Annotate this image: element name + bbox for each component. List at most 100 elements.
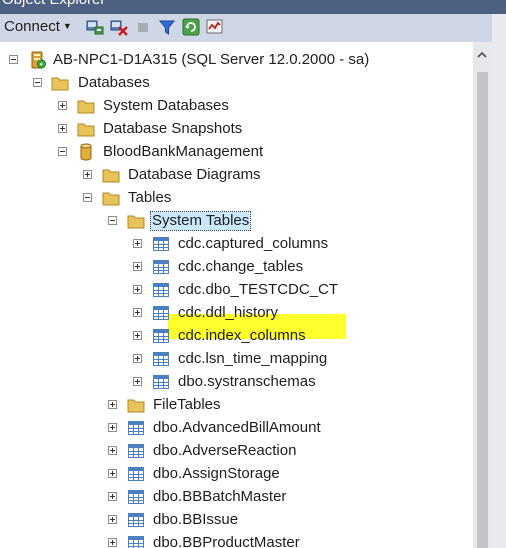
- table-icon: [128, 467, 144, 481]
- expand-icon[interactable]: [108, 469, 117, 478]
- table-icon: [128, 421, 144, 435]
- stop-icon[interactable]: [134, 18, 152, 36]
- collapse-icon[interactable]: [9, 55, 18, 64]
- table-label: dbo.BBIssue: [153, 511, 239, 528]
- connect-object-explorer-icon[interactable]: [86, 18, 104, 36]
- table-icon: [153, 375, 169, 389]
- expand-icon[interactable]: [133, 262, 142, 271]
- folder-icon: [77, 100, 95, 114]
- tree-node-user-table[interactable]: dbo.AdverseReaction: [0, 440, 473, 463]
- object-explorer-tree: AB-NPC1-D1A315 (SQL Server 12.0.2000 - s…: [0, 42, 473, 548]
- table-icon: [128, 490, 144, 504]
- table-label: dbo.BBProductMaster: [153, 534, 300, 548]
- file-tables-label: FileTables: [153, 396, 221, 413]
- window-title: Object Explorer: [2, 0, 105, 8]
- table-icon: [153, 260, 169, 274]
- tree-node-user-table[interactable]: dbo.BBBatchMaster: [0, 486, 473, 509]
- folder-icon: [51, 77, 69, 91]
- tree-node-system-table[interactable]: cdc.dbo_TESTCDC_CT: [0, 279, 473, 302]
- expand-icon[interactable]: [133, 285, 142, 294]
- disconnect-icon[interactable]: [110, 18, 128, 36]
- scrollbar-thumb[interactable]: [477, 72, 488, 548]
- tree-node-user-table[interactable]: dbo.BBProductMaster: [0, 532, 473, 548]
- tree-node-system-table[interactable]: cdc.lsn_time_mapping: [0, 348, 473, 371]
- table-label: cdc.lsn_time_mapping: [178, 350, 328, 367]
- database-icon: [80, 143, 92, 161]
- folder-icon: [102, 192, 120, 206]
- tree-node-databases[interactable]: Databases: [0, 72, 473, 95]
- table-label: cdc.captured_columns: [178, 235, 329, 252]
- tree-node-file-tables[interactable]: FileTables: [0, 394, 473, 417]
- filter-icon[interactable]: [158, 18, 176, 36]
- collapse-icon[interactable]: [108, 216, 117, 225]
- expand-icon[interactable]: [108, 538, 117, 547]
- tree-node-server[interactable]: AB-NPC1-D1A315 (SQL Server 12.0.2000 - s…: [0, 49, 473, 72]
- tree-node-user-table[interactable]: dbo.AssignStorage: [0, 463, 473, 486]
- tree-node-system-databases[interactable]: System Databases: [0, 95, 473, 118]
- tree-node-database-snapshots[interactable]: Database Snapshots: [0, 118, 473, 141]
- scroll-up-icon[interactable]: [477, 50, 487, 60]
- expand-icon[interactable]: [58, 101, 67, 110]
- system-databases-label: System Databases: [103, 97, 229, 114]
- tree-node-system-table[interactable]: cdc.change_tables: [0, 256, 473, 279]
- table-label: cdc.index_columns: [178, 327, 306, 344]
- tree-node-database-diagrams[interactable]: Database Diagrams: [0, 164, 473, 187]
- table-icon: [153, 283, 169, 297]
- tree-node-user-table[interactable]: dbo.AdvancedBillAmount: [0, 417, 473, 440]
- collapse-icon[interactable]: [33, 78, 42, 87]
- window-edge: [492, 14, 506, 548]
- tree-node-database[interactable]: BloodBankManagement: [0, 141, 473, 164]
- tree-node-tables[interactable]: Tables: [0, 187, 473, 210]
- server-icon: [31, 51, 46, 69]
- connect-label: Connect: [4, 18, 60, 35]
- expand-icon[interactable]: [133, 377, 142, 386]
- expand-icon[interactable]: [108, 515, 117, 524]
- expand-icon[interactable]: [133, 308, 142, 317]
- tree-node-system-tables[interactable]: System Tables: [0, 210, 473, 233]
- table-label: dbo.systranschemas: [178, 373, 316, 390]
- table-icon: [153, 329, 169, 343]
- expand-icon[interactable]: [108, 492, 117, 501]
- connect-button[interactable]: Connect ▼: [4, 18, 72, 35]
- expand-icon[interactable]: [133, 354, 142, 363]
- object-explorer-title-bar: Object Explorer: [0, 0, 506, 14]
- table-label: cdc.dbo_TESTCDC_CT: [178, 281, 339, 298]
- tables-label: Tables: [128, 189, 172, 206]
- tree-node-user-table[interactable]: dbo.BBIssue: [0, 509, 473, 532]
- chevron-down-icon[interactable]: ▼: [63, 21, 72, 31]
- table-icon: [128, 536, 144, 548]
- collapse-icon[interactable]: [83, 193, 92, 202]
- database-diagrams-label: Database Diagrams: [128, 166, 261, 183]
- expand-icon[interactable]: [108, 446, 117, 455]
- tree-node-system-table[interactable]: cdc.ddl_history: [0, 302, 473, 325]
- object-explorer-toolbar: Connect ▼: [0, 14, 492, 42]
- tree-node-system-table[interactable]: cdc.captured_columns: [0, 233, 473, 256]
- expand-icon[interactable]: [58, 124, 67, 133]
- expand-icon[interactable]: [108, 400, 117, 409]
- table-label: dbo.BBBatchMaster: [153, 488, 287, 505]
- table-icon: [128, 513, 144, 527]
- system-tables-label: System Tables: [150, 211, 252, 231]
- table-label: cdc.change_tables: [178, 258, 304, 275]
- table-label: dbo.AdvancedBillAmount: [153, 419, 321, 436]
- tree-node-system-table[interactable]: dbo.systranschemas: [0, 371, 473, 394]
- expand-icon[interactable]: [133, 331, 142, 340]
- expand-icon[interactable]: [108, 423, 117, 432]
- folder-icon: [127, 399, 145, 413]
- tree-node-system-table[interactable]: cdc.index_columns: [0, 325, 473, 348]
- table-label: cdc.ddl_history: [178, 304, 279, 321]
- expand-icon[interactable]: [83, 170, 92, 179]
- databases-label: Databases: [78, 74, 150, 91]
- folder-icon: [77, 123, 95, 137]
- database-snapshots-label: Database Snapshots: [103, 120, 243, 137]
- vertical-scrollbar[interactable]: [473, 42, 492, 548]
- expand-icon[interactable]: [133, 239, 142, 248]
- folder-icon: [127, 215, 145, 229]
- table-icon: [153, 306, 169, 320]
- table-label: dbo.AssignStorage: [153, 465, 280, 482]
- collapse-icon[interactable]: [58, 147, 67, 156]
- table-icon: [153, 237, 169, 251]
- activity-monitor-icon[interactable]: [206, 18, 224, 36]
- table-icon: [128, 444, 144, 458]
- refresh-icon[interactable]: [182, 18, 200, 36]
